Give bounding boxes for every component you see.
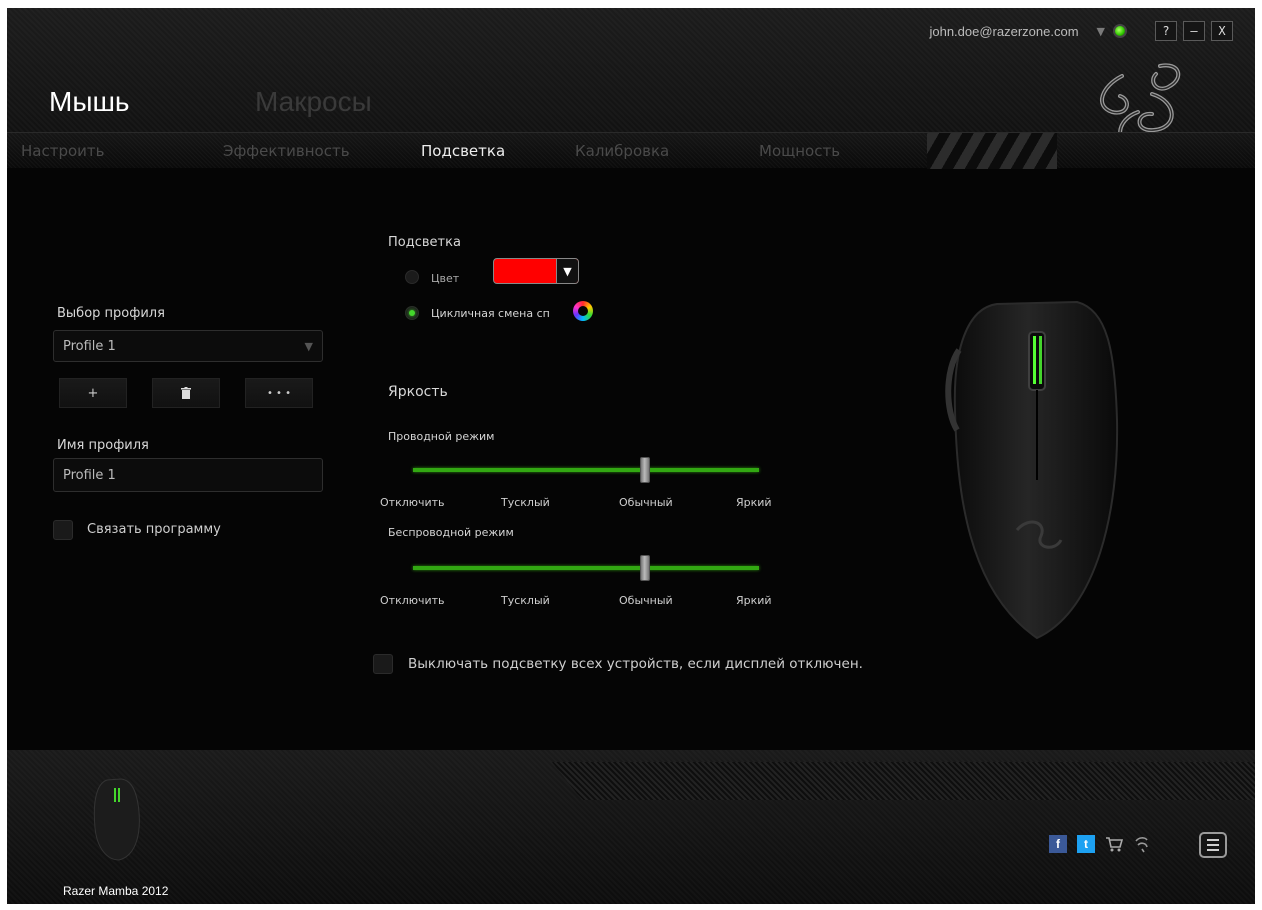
- delete-profile-button[interactable]: [152, 378, 220, 408]
- trash-icon: [181, 387, 191, 399]
- color-picker[interactable]: ▼: [493, 258, 579, 284]
- wireless-tick-dim: Тусклый: [501, 594, 550, 607]
- header: john.doe@razerzone.com ▼ ? – X Мышь Макр…: [7, 8, 1255, 169]
- decorative-stripes: [927, 133, 1057, 169]
- account-email[interactable]: john.doe@razerzone.com: [929, 24, 1078, 39]
- wired-brightness-slider[interactable]: [639, 457, 650, 483]
- wired-brightness-track[interactable]: [413, 468, 759, 472]
- brightness-title: Яркость: [388, 384, 448, 400]
- subtab-calibration[interactable]: Калибровка: [575, 142, 669, 160]
- link-program-checkbox[interactable]: [53, 520, 73, 540]
- wired-mode-label: Проводной режим: [388, 430, 495, 443]
- sub-navigation: Настроить Эффективность Подсветка Калибр…: [7, 132, 1255, 169]
- twitter-icon[interactable]: t: [1077, 835, 1095, 853]
- footer: Razer Mamba 2012 f t: [7, 750, 1255, 904]
- profile-dropdown[interactable]: Profile 1 ▼: [53, 330, 323, 362]
- top-bar: john.doe@razerzone.com ▼ ? – X: [929, 20, 1233, 42]
- wired-tick-bright: Яркий: [736, 496, 772, 509]
- add-profile-button[interactable]: +: [59, 378, 127, 408]
- profile-select-label: Выбор профиля: [57, 306, 165, 321]
- account-dropdown-icon[interactable]: ▼: [1097, 25, 1105, 38]
- wired-tick-dim: Тусклый: [501, 496, 550, 509]
- color-option-label: Цвет: [431, 272, 460, 285]
- tab-mouse[interactable]: Мышь: [49, 86, 130, 118]
- chevron-down-icon: ▼: [304, 339, 313, 353]
- subtab-performance[interactable]: Эффективность: [223, 142, 350, 160]
- menu-button[interactable]: [1199, 832, 1227, 858]
- close-button[interactable]: X: [1211, 21, 1233, 41]
- spectrum-radio[interactable]: [405, 306, 419, 320]
- profile-dropdown-value: Profile 1: [63, 338, 116, 354]
- subtab-lighting[interactable]: Подсветка: [421, 142, 505, 160]
- profile-name-label: Имя профиля: [57, 438, 149, 453]
- display-off-label: Выключать подсветку всех устройств, если…: [408, 656, 863, 672]
- wired-tick-normal: Обычный: [619, 496, 673, 509]
- display-off-checkbox[interactable]: [373, 654, 393, 674]
- more-options-button[interactable]: • • •: [245, 378, 313, 408]
- wireless-tick-normal: Обычный: [619, 594, 673, 607]
- wireless-mode-label: Беспроводной режим: [388, 526, 514, 539]
- decorative-band: [552, 762, 1255, 800]
- lighting-title: Подсветка: [388, 235, 461, 250]
- color-radio[interactable]: [405, 270, 419, 284]
- wireless-tick-off: Отключить: [380, 594, 445, 607]
- online-status-icon: [1113, 24, 1127, 38]
- link-program-label: Связать программу: [87, 522, 221, 537]
- subtab-customize[interactable]: Настроить: [21, 142, 104, 160]
- spectrum-cycling-icon: [573, 301, 593, 321]
- spectrum-option-label: Цикличная смена сп: [431, 307, 550, 320]
- facebook-icon[interactable]: f: [1049, 835, 1067, 853]
- chevron-down-icon[interactable]: ▼: [556, 259, 578, 283]
- wired-tick-off: Отключить: [380, 496, 445, 509]
- help-button[interactable]: ?: [1155, 21, 1177, 41]
- device-thumbnail[interactable]: [89, 776, 145, 862]
- device-name: Razer Mamba 2012: [63, 884, 169, 898]
- razer-icon[interactable]: [1133, 835, 1151, 853]
- minimize-button[interactable]: –: [1183, 21, 1205, 41]
- wireless-tick-bright: Яркий: [736, 594, 772, 607]
- subtab-power[interactable]: Мощность: [759, 142, 840, 160]
- synapse-window: john.doe@razerzone.com ▼ ? – X Мышь Макр…: [7, 8, 1255, 904]
- profile-name-input[interactable]: Profile 1: [53, 458, 323, 492]
- wireless-brightness-slider[interactable]: [639, 555, 650, 581]
- wireless-brightness-track[interactable]: [413, 566, 759, 570]
- tab-macros[interactable]: Макросы: [255, 86, 372, 118]
- mouse-image: [945, 300, 1119, 640]
- store-cart-icon[interactable]: [1105, 835, 1123, 853]
